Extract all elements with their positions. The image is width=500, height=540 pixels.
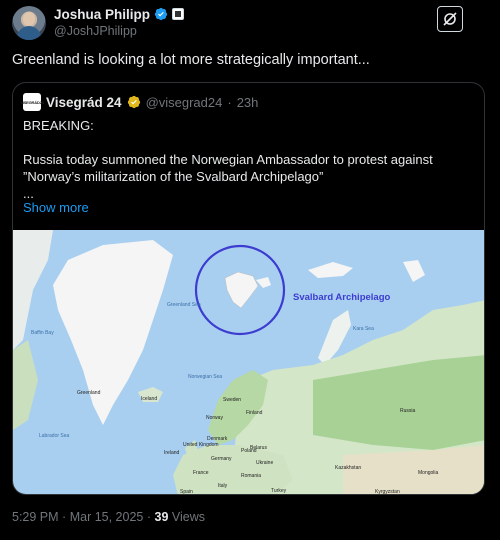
map-label-mongolia: Mongolia [418, 470, 439, 476]
map-label-finland: Finland [246, 410, 263, 416]
quoted-meta-separator: · [227, 94, 232, 110]
tweet-header: Joshua Philipp @JoshJPhilipp [12, 6, 488, 40]
gold-verified-badge-icon [127, 95, 140, 109]
tweet-text: Greenland is looking a lot more strategi… [12, 52, 370, 68]
grok-icon[interactable] [437, 6, 463, 32]
quoted-tweet-header: VISEGRÁD24 Visegrád 24 @visegrad24 · 23h [20, 93, 259, 111]
map-label-spain: Spain [180, 489, 193, 495]
map-label-kazakhstan: Kazakhstan [335, 465, 362, 471]
author-name-row: Joshua Philipp [54, 6, 185, 22]
map-label-greenland-sea: Greenland Sea [167, 302, 201, 308]
map-label-labrador-sea: Labrador Sea [39, 433, 70, 439]
quoted-author-handle[interactable]: @visegrad24 [146, 95, 223, 110]
tweet-footer: 5:29 PM · Mar 15, 2025 · 39 Views [12, 510, 205, 524]
tweet-time[interactable]: 5:29 PM [12, 510, 59, 524]
quoted-timestamp[interactable]: 23h [237, 95, 259, 110]
views-label: Views [171, 510, 206, 524]
map-label-belarus: Belarus [250, 445, 267, 451]
map-label-kara-sea: Kara Sea [353, 326, 374, 332]
map-label-ukraine: Ukraine [256, 460, 274, 466]
map-label-russia: Russia [400, 408, 416, 414]
affiliate-badge-icon [172, 8, 185, 20]
map-label-ireland: Ireland [164, 450, 180, 456]
map-graphic [13, 230, 484, 494]
author-avatar[interactable] [12, 6, 46, 40]
quoted-author-avatar[interactable]: VISEGRÁD24 [20, 93, 44, 111]
map-label-germany: Germany [211, 456, 232, 462]
author-name[interactable]: Joshua Philipp [54, 7, 150, 22]
map-label-turkey: Turkey [271, 488, 287, 494]
map-label-norway: Norway [206, 415, 223, 421]
map-label-iceland: Iceland [141, 396, 158, 402]
svalbard-label: Svalbard Archipelago [293, 292, 391, 303]
map-label-uk: United Kingdom [183, 442, 219, 448]
quoted-tweet[interactable]: VISEGRÁD24 Visegrád 24 @visegrad24 · 23h… [12, 82, 485, 495]
views-count: 39 [154, 510, 169, 524]
quoted-author-name[interactable]: Visegrád 24 [46, 95, 122, 110]
map-label-baffin-bay: Baffin Bay [31, 330, 54, 336]
map-label-sweden: Sweden [223, 397, 242, 403]
quoted-avatar-logo-text: VISEGRÁD24 [20, 99, 44, 105]
quoted-tweet-body: BREAKING: Russia today summoned the Norw… [23, 118, 433, 201]
map-label-kyrgyzstan: Kyrgyzstan [375, 489, 400, 495]
verified-badge-icon [154, 7, 168, 21]
map-label-norwegian-sea: Norwegian Sea [188, 374, 223, 380]
tweet-date[interactable]: Mar 15, 2025 [70, 510, 144, 524]
map-image[interactable]: Svalbard Archipelago Greenland Iceland N… [13, 230, 484, 495]
map-label-romania: Romania [241, 473, 262, 479]
map-label-denmark: Denmark [207, 436, 228, 442]
map-label-france: France [193, 470, 209, 476]
author-handle[interactable]: @JoshJPhilipp [54, 24, 137, 38]
map-label-greenland: Greenland [77, 390, 101, 396]
footer-separator-2: · [146, 510, 152, 524]
footer-separator: · [62, 510, 67, 524]
map-label-italy: Italy [218, 483, 228, 489]
show-more-link[interactable]: Show more [23, 200, 89, 215]
